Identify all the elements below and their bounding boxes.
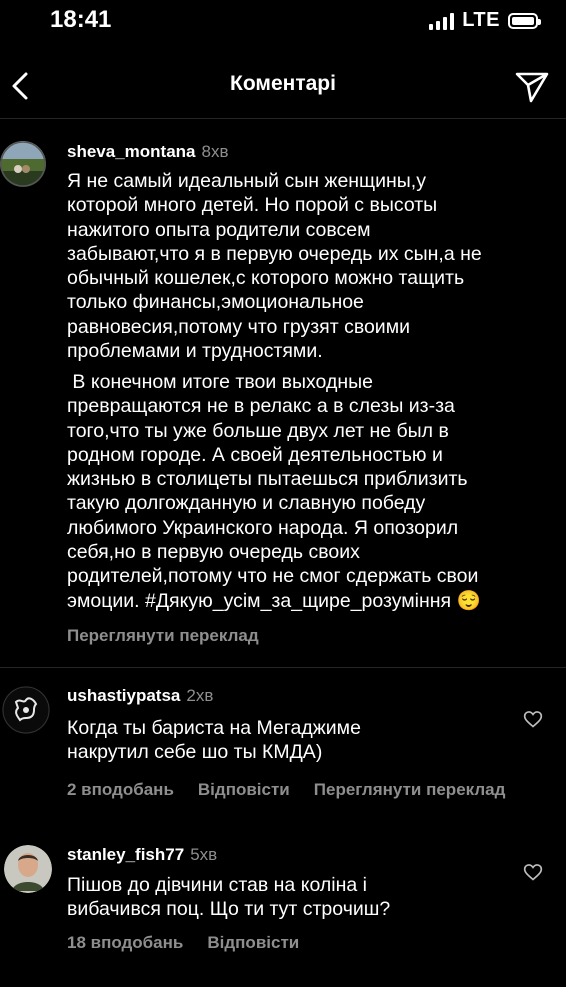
signal-icon [429,12,455,30]
username[interactable]: ushastiypatsa [67,686,180,705]
comment-text: Пішов до дівчини став на коліна і вибачи… [67,874,391,921]
comment-age: 5хв [190,845,218,864]
comment-header: sheva_montana 8хв [67,142,229,162]
caption-paragraph-2-text: В конечном итоге твои выходные превращаю… [67,371,479,612]
header-divider [0,118,566,119]
comment-text: Когда ты бариста на Мегаджиме накрутил с… [67,717,361,764]
avatar-image [0,141,46,187]
reply-button[interactable]: Відповісти [198,780,290,799]
username[interactable]: sheva_montana [67,142,196,161]
translate-link[interactable]: Переглянути переклад [67,626,259,646]
page-title: Коментарі [230,72,336,95]
caption-paragraph-1: Я не самый идеальный сын женщины,у котор… [67,170,482,363]
navigation-bar: Коментарі [0,60,566,112]
status-right: LTE [429,9,541,32]
comment-age: 2хв [186,686,214,705]
heart-outline-icon[interactable] [523,709,543,729]
avatar-image [4,845,52,893]
paper-plane-icon[interactable] [512,66,552,106]
reply-button[interactable]: Відповісти [207,933,299,952]
comment-header: stanley_fish77 5хв [67,845,217,865]
comment-age: 8хв [201,142,229,161]
likes-count[interactable]: 2 вподобань [67,780,174,799]
translate-link[interactable]: Переглянути переклад [314,780,506,799]
comment-actions: 18 вподобань Відповісти [67,933,323,953]
heart-outline-icon[interactable] [523,862,543,882]
comment-header: ushastiypatsa 2хв [67,686,213,706]
avatar-image [2,686,50,734]
avatar[interactable] [2,686,50,734]
caption-divider [0,667,566,668]
avatar[interactable] [4,845,52,893]
comment-actions: 2 вподобань Відповісти Переглянути перекла… [67,780,505,800]
username[interactable]: stanley_fish77 [67,845,184,864]
status-bar: 18:41 LTE [0,0,566,44]
status-time: 18:41 [50,6,112,33]
caption-paragraph-2: В конечном итоге твои выходные превращаю… [67,370,481,613]
avatar[interactable] [0,141,46,187]
relieved-face-emoji: 😌 [456,589,481,612]
network-type: LTE [462,9,500,31]
battery-icon [508,12,541,29]
likes-count[interactable]: 18 вподобань [67,933,183,952]
